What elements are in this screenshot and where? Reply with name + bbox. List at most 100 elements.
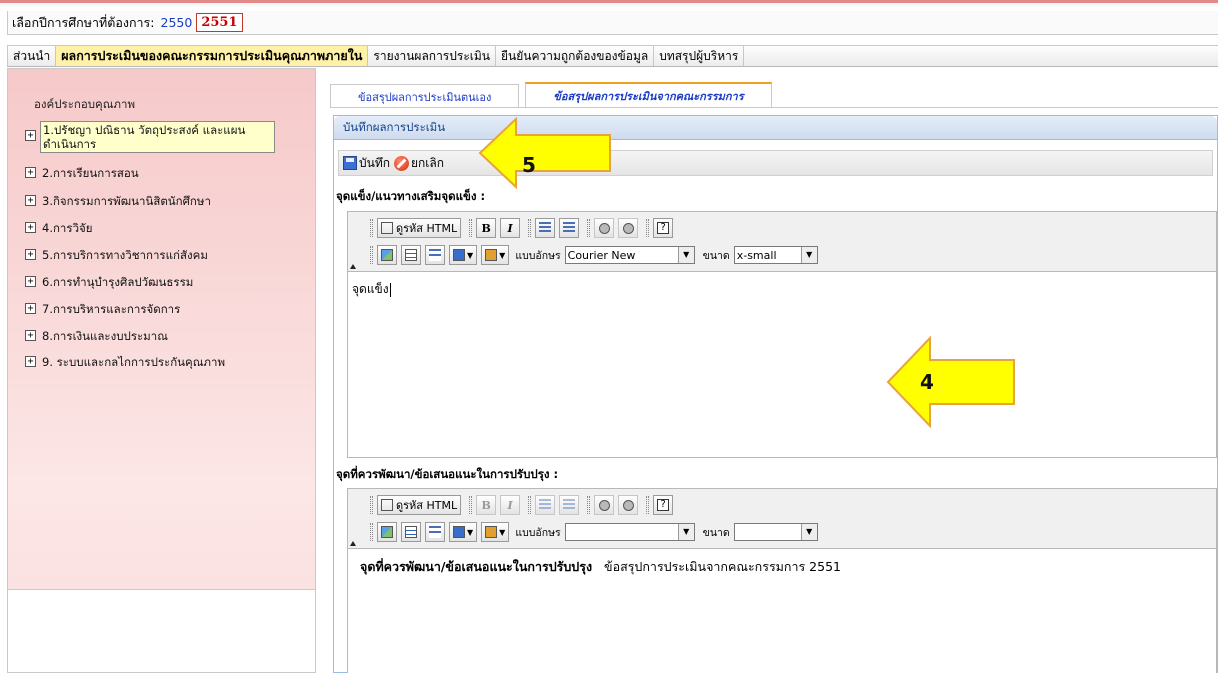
bold-label: B <box>481 498 491 512</box>
ordered-list-button[interactable] <box>535 495 556 515</box>
editor-toolbar: ดูรหัส HTML B I ? ▼ ▼ แบบอักษร <box>348 212 1216 272</box>
sidebar-item-4[interactable]: + 4.การวิจัย <box>25 220 93 238</box>
expand-icon[interactable]: + <box>25 356 36 367</box>
editor-toolbar-row-1: ดูรหัส HTML B I ? <box>366 217 677 239</box>
sidebar-item-label: 3.กิจกรรมการพัฒนานิสิตนักศึกษา <box>42 194 211 208</box>
horizontal-rule-button[interactable] <box>425 245 445 265</box>
bold-button[interactable]: B <box>476 495 497 515</box>
improvements-textarea[interactable]: จุดที่ควรพัฒนา/ข้อเสนอแนะในการปรับปรุง ข… <box>348 549 1216 673</box>
size-label: ขนาด <box>702 526 730 539</box>
ordered-list-icon <box>539 499 552 511</box>
bold-label: B <box>481 221 491 235</box>
improvements-content-text: ข้อสรุปการประเมินจากคณะกรรมการ 2551 <box>604 559 841 574</box>
expand-icon[interactable]: + <box>25 330 36 341</box>
help-button[interactable]: ? <box>653 218 674 238</box>
year-option-2551-selected[interactable]: 2551 <box>196 13 243 32</box>
highlight-color-icon <box>485 249 498 261</box>
insert-table-button[interactable] <box>401 522 421 542</box>
size-select[interactable]: x-small ▼ <box>733 246 818 264</box>
font-select-value: Courier New <box>567 248 636 262</box>
save-button[interactable]: บันทึก <box>343 154 390 173</box>
unlink-button[interactable] <box>618 495 639 515</box>
ordered-list-icon <box>539 222 552 234</box>
sidebar-item-label: 5.การบริการทางวิชาการแก่สังคม <box>42 248 208 262</box>
italic-button[interactable]: I <box>500 218 521 238</box>
sidebar-item-1[interactable]: + 1.ปรัชญา ปณิธาน วัตถุประสงค์ และแผนดำเ… <box>25 121 275 153</box>
strengths-textarea[interactable]: จุดแข็ง <box>348 272 1216 457</box>
text-color-icon <box>453 249 465 261</box>
ordered-list-button[interactable] <box>535 218 556 238</box>
menu-item-report[interactable]: รายงานผลการประเมิน <box>368 46 496 66</box>
insert-image-button[interactable] <box>377 245 397 265</box>
size-select[interactable]: ▼ <box>733 523 818 541</box>
sidebar-item-8[interactable]: + 8.การเงินและงบประมาณ <box>25 328 168 346</box>
chevron-down-icon: ▼ <box>677 524 694 540</box>
sidebar-item-2[interactable]: + 2.การเรียนการสอน <box>25 165 139 183</box>
link-button[interactable] <box>594 495 615 515</box>
sidebar-item-label: 6.การทำนุบำรุงศิลปวัฒนธรรม <box>42 275 194 289</box>
toolbar-grip <box>469 219 473 237</box>
insert-image-button[interactable] <box>377 522 397 542</box>
tab-committee-assessment[interactable]: ข้อสรุปผลการประเมินจากคณะกรรมการ <box>525 82 772 108</box>
toolbar-grip <box>528 219 532 237</box>
view-html-button[interactable]: ดูรหัส HTML <box>377 218 462 238</box>
cancel-button[interactable]: ยกเลิก <box>394 154 444 173</box>
highlight-color-button[interactable]: ▼ <box>481 522 510 542</box>
horizontal-rule-button[interactable] <box>425 522 445 542</box>
sidebar-item-7[interactable]: + 7.การบริหารและการจัดการ <box>25 301 180 319</box>
horizontal-rule-icon <box>429 526 441 538</box>
tab-self-assessment[interactable]: ข้อสรุปผลการประเมินตนเอง <box>330 84 520 108</box>
unordered-list-button[interactable] <box>559 495 580 515</box>
menu-item-confirm-data[interactable]: ยืนยันความถูกต้องของข้อมูล <box>496 46 655 66</box>
year-option-2550[interactable]: 2550 <box>161 15 193 30</box>
sidebar-item-3[interactable]: + 3.กิจกรรมการพัฒนานิสิตนักศึกษา <box>25 193 211 211</box>
expand-icon[interactable]: + <box>25 130 36 141</box>
top-border <box>0 0 1218 8</box>
strengths-editor: ดูรหัส HTML B I ? ▼ ▼ แบบอักษร Courier N… <box>347 211 1217 458</box>
left-arrow-icon <box>478 117 611 189</box>
sidebar-item-9[interactable]: + 9. ระบบและกลไกการประกันคุณภาพ <box>25 354 225 372</box>
font-select[interactable]: ▼ <box>564 523 695 541</box>
strengths-label: จุดแข็ง/แนวทางเสริมจุดแข็ง : <box>336 189 486 203</box>
link-button[interactable] <box>594 218 615 238</box>
help-button[interactable]: ? <box>653 495 674 515</box>
image-icon <box>381 526 393 538</box>
italic-button[interactable]: I <box>500 495 521 515</box>
collapse-icon[interactable] <box>350 541 356 546</box>
save-button-label: บันทึก <box>359 155 390 170</box>
text-color-button[interactable]: ▼ <box>449 245 478 265</box>
menu-item-committee-results[interactable]: ผลการประเมินของคณะกรรมการประเมินคุณภาพภา… <box>56 46 369 66</box>
sidebar-item-label: 1.ปรัชญา ปณิธาน วัตถุประสงค์ และแผนดำเนิ… <box>40 121 275 153</box>
view-html-label: ดูรหัส HTML <box>396 499 458 512</box>
toolbar-grip <box>370 496 373 514</box>
sidebar-divider <box>8 589 315 590</box>
sidebar-item-5[interactable]: + 5.การบริการทางวิชาการแก่สังคม <box>25 247 208 265</box>
expand-icon[interactable]: + <box>25 195 36 206</box>
sidebar-item-label: 9. ระบบและกลไกการประกันคุณภาพ <box>42 355 226 369</box>
sidebar-item-6[interactable]: + 6.การทำนุบำรุงศิลปวัฒนธรรม <box>25 274 193 292</box>
improvements-editor: ดูรหัส HTML B I ? ▼ ▼ แบบอักษร ▼ ขนาด ▼ … <box>347 488 1217 673</box>
collapse-icon[interactable] <box>350 264 356 269</box>
chevron-down-icon: ▼ <box>467 527 474 537</box>
unordered-list-button[interactable] <box>559 218 580 238</box>
bold-button[interactable]: B <box>476 218 497 238</box>
help-icon: ? <box>657 499 670 511</box>
menu-item-executive-summary[interactable]: บทสรุปผู้บริหาร <box>654 46 745 66</box>
font-select[interactable]: Courier New ▼ <box>564 246 695 264</box>
save-icon <box>343 156 357 170</box>
insert-table-button[interactable] <box>401 245 421 265</box>
strengths-content: จุดแข็ง <box>352 282 389 296</box>
unlink-button[interactable] <box>618 218 639 238</box>
expand-icon[interactable]: + <box>25 222 36 233</box>
expand-icon[interactable]: + <box>25 249 36 260</box>
sidebar-item-label: 8.การเงินและงบประมาณ <box>42 329 168 343</box>
expand-icon[interactable]: + <box>25 303 36 314</box>
expand-icon[interactable]: + <box>25 167 36 178</box>
toolbar-grip <box>587 496 591 514</box>
expand-icon[interactable]: + <box>25 276 36 287</box>
view-html-button[interactable]: ดูรหัส HTML <box>377 495 462 515</box>
highlight-color-button[interactable]: ▼ <box>481 245 510 265</box>
callout-arrow-5: 5 <box>478 117 613 189</box>
text-color-button[interactable]: ▼ <box>449 522 478 542</box>
menu-item-intro[interactable]: ส่วนนำ <box>8 46 57 66</box>
